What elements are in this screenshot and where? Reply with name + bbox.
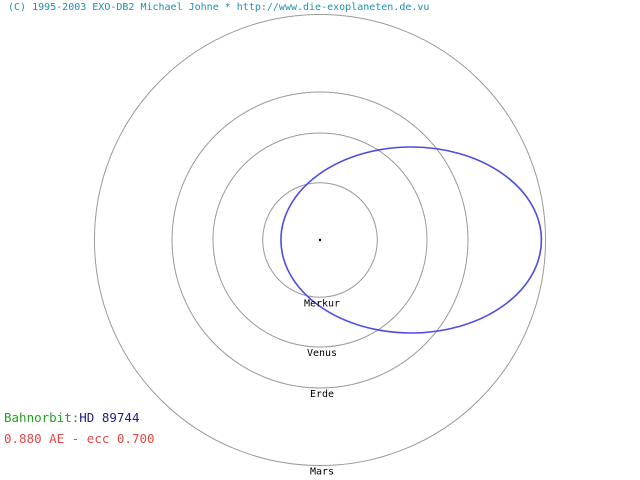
semi-major-axis: 0.880 AE <box>4 431 65 446</box>
orbit-title: Bahnorbit:HD 89744 <box>4 410 139 426</box>
star-name: HD 89744 <box>79 410 140 425</box>
orbit-diagram: Merkur Venus Erde Mars (C) 1995-2003 EXO-DB… <box>0 0 640 480</box>
planet-label-mars: Mars <box>310 467 334 478</box>
eccentricity: ecc 0.700 <box>86 431 155 446</box>
orbit-plot: Merkur Venus Erde Mars <box>93 13 547 478</box>
star-marker <box>318 238 322 242</box>
copyright-notice: (C) 1995-2003 EXO-DB2 Michael Johne * ht… <box>8 2 430 13</box>
planet-label-erde: Erde <box>310 389 334 400</box>
orbit-parameters: 0.880 AE - ecc 0.700 <box>4 431 155 447</box>
orbit-label: Bahnorbit: <box>4 410 80 425</box>
planet-label-merkur: Merkur <box>304 298 340 309</box>
parameter-separator: - <box>64 431 87 446</box>
planet-label-venus: Venus <box>307 348 337 359</box>
